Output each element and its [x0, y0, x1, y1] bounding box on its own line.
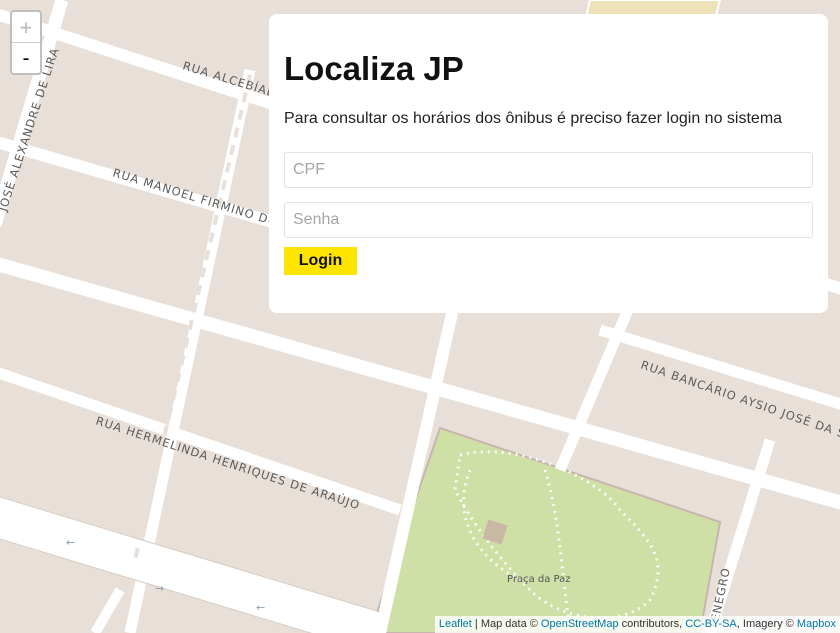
park-label: Praça da Paz — [507, 574, 571, 585]
attribution-text: | Map data © — [471, 618, 541, 630]
mapbox-link[interactable]: Mapbox — [797, 618, 836, 630]
login-description: Para consultar os horários dos ônibus é … — [284, 110, 783, 127]
oneway-arrow-icon: ← — [256, 601, 265, 614]
zoom-in-button[interactable]: + — [12, 12, 40, 42]
zoom-control: + - — [10, 10, 42, 75]
password-input[interactable] — [284, 202, 813, 238]
login-panel: Localiza JP Para consultar os horários d… — [269, 14, 828, 313]
attribution-text: contributors, — [618, 618, 686, 630]
leaflet-link[interactable]: Leaflet — [439, 618, 472, 630]
page-title: Localiza JP — [284, 50, 464, 87]
oneway-arrow-icon: ← — [66, 536, 75, 549]
attribution-text: , Imagery © — [736, 618, 797, 630]
oneway-arrow-icon: → — [155, 582, 164, 595]
zoom-out-button[interactable]: - — [12, 42, 40, 73]
map-attribution: Leaflet | Map data © OpenStreetMap contr… — [434, 616, 840, 633]
osm-link[interactable]: OpenStreetMap — [541, 618, 619, 630]
license-link[interactable]: CC-BY-SA — [685, 618, 737, 630]
cpf-input[interactable] — [284, 152, 813, 188]
login-button[interactable]: Login — [284, 247, 357, 275]
